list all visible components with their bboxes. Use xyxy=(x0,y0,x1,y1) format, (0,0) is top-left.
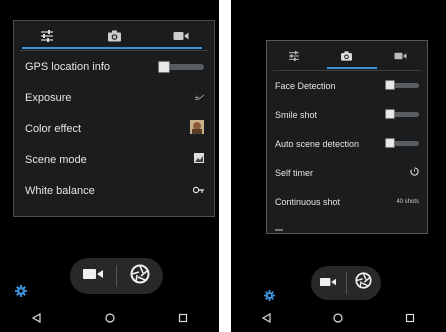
setting-label: Smile shot xyxy=(275,109,318,120)
tab-general-settings[interactable] xyxy=(267,41,320,71)
auto-scene-detection-toggle[interactable] xyxy=(385,138,419,148)
back-icon[interactable] xyxy=(31,310,42,328)
setting-label: Exposure xyxy=(25,91,72,104)
sliders-icon xyxy=(288,51,300,61)
settings-tabs xyxy=(14,21,214,51)
gear-icon[interactable] xyxy=(264,288,275,306)
take-photo-button[interactable] xyxy=(347,266,382,300)
shutter-icon xyxy=(130,264,150,289)
navigation-bar xyxy=(0,306,219,332)
record-video-button[interactable] xyxy=(311,266,346,300)
record-video-button[interactable] xyxy=(70,258,116,294)
settings-panel: GPS location info Exposure ± Color effec… xyxy=(13,20,215,217)
setting-row-gps[interactable]: GPS location info xyxy=(14,51,214,82)
video-camera-icon xyxy=(320,274,337,292)
settings-panel: Face Detection Smile shot Auto scene det… xyxy=(266,40,428,234)
svg-text:±: ± xyxy=(194,94,200,101)
home-icon[interactable] xyxy=(104,310,115,328)
continuous-shot-value: 40 shots xyxy=(396,198,419,205)
back-icon[interactable] xyxy=(261,310,272,328)
scene-mode-icon xyxy=(194,153,204,166)
setting-row-exposure[interactable]: Exposure ± xyxy=(14,82,214,113)
smile-shot-toggle[interactable] xyxy=(385,109,419,119)
camera-screen-left: GPS location info Exposure ± Color effec… xyxy=(0,0,219,332)
active-tab-indicator xyxy=(22,47,202,49)
camera-screen-right: Face Detection Smile shot Auto scene det… xyxy=(231,0,446,332)
home-icon[interactable] xyxy=(333,310,344,328)
exposure-icon: ± xyxy=(194,92,205,104)
video-camera-icon xyxy=(83,267,103,285)
camera-icon xyxy=(107,30,122,42)
white-balance-icon xyxy=(192,185,204,197)
scroll-hint xyxy=(275,229,283,231)
timer-icon xyxy=(410,167,419,178)
gear-icon[interactable] xyxy=(15,284,27,302)
setting-label: Color effect xyxy=(25,122,82,135)
recents-icon[interactable] xyxy=(178,310,188,328)
setting-row-continuous-shot[interactable]: Continuous shot 40 shots xyxy=(267,187,427,216)
setting-row-smile-shot[interactable]: Smile shot xyxy=(267,100,427,129)
capture-controls xyxy=(70,258,163,294)
setting-label: GPS location info xyxy=(25,60,110,73)
face-detection-toggle[interactable] xyxy=(385,80,419,90)
setting-row-auto-scene-detection[interactable]: Auto scene detection xyxy=(267,129,427,158)
settings-tabs xyxy=(267,41,427,71)
setting-label: Self timer xyxy=(275,167,314,178)
setting-row-white-balance[interactable]: White balance xyxy=(14,175,214,206)
shutter-icon xyxy=(355,272,372,294)
take-photo-button[interactable] xyxy=(117,258,163,294)
capture-controls xyxy=(311,266,381,300)
setting-label: Scene mode xyxy=(25,153,87,166)
camera-icon xyxy=(340,51,353,61)
video-camera-icon xyxy=(173,31,189,41)
setting-row-scene-mode[interactable]: Scene mode xyxy=(14,144,214,175)
navigation-bar xyxy=(231,306,446,332)
color-effect-thumbnail-icon xyxy=(190,120,204,137)
setting-row-face-detection[interactable]: Face Detection xyxy=(267,71,427,100)
tab-video-settings[interactable] xyxy=(374,41,427,71)
setting-label: Face Detection xyxy=(275,80,336,91)
setting-row-color-effect[interactable]: Color effect xyxy=(14,113,214,144)
video-camera-icon xyxy=(394,52,407,60)
sliders-icon xyxy=(40,30,54,42)
setting-label: Auto scene detection xyxy=(275,138,360,149)
setting-row-self-timer[interactable]: Self timer xyxy=(267,158,427,187)
gps-toggle[interactable] xyxy=(158,60,204,73)
recents-icon[interactable] xyxy=(405,310,415,328)
setting-label: White balance xyxy=(25,184,95,197)
active-tab-indicator xyxy=(327,67,377,69)
setting-label: Continuous shot xyxy=(275,196,341,207)
